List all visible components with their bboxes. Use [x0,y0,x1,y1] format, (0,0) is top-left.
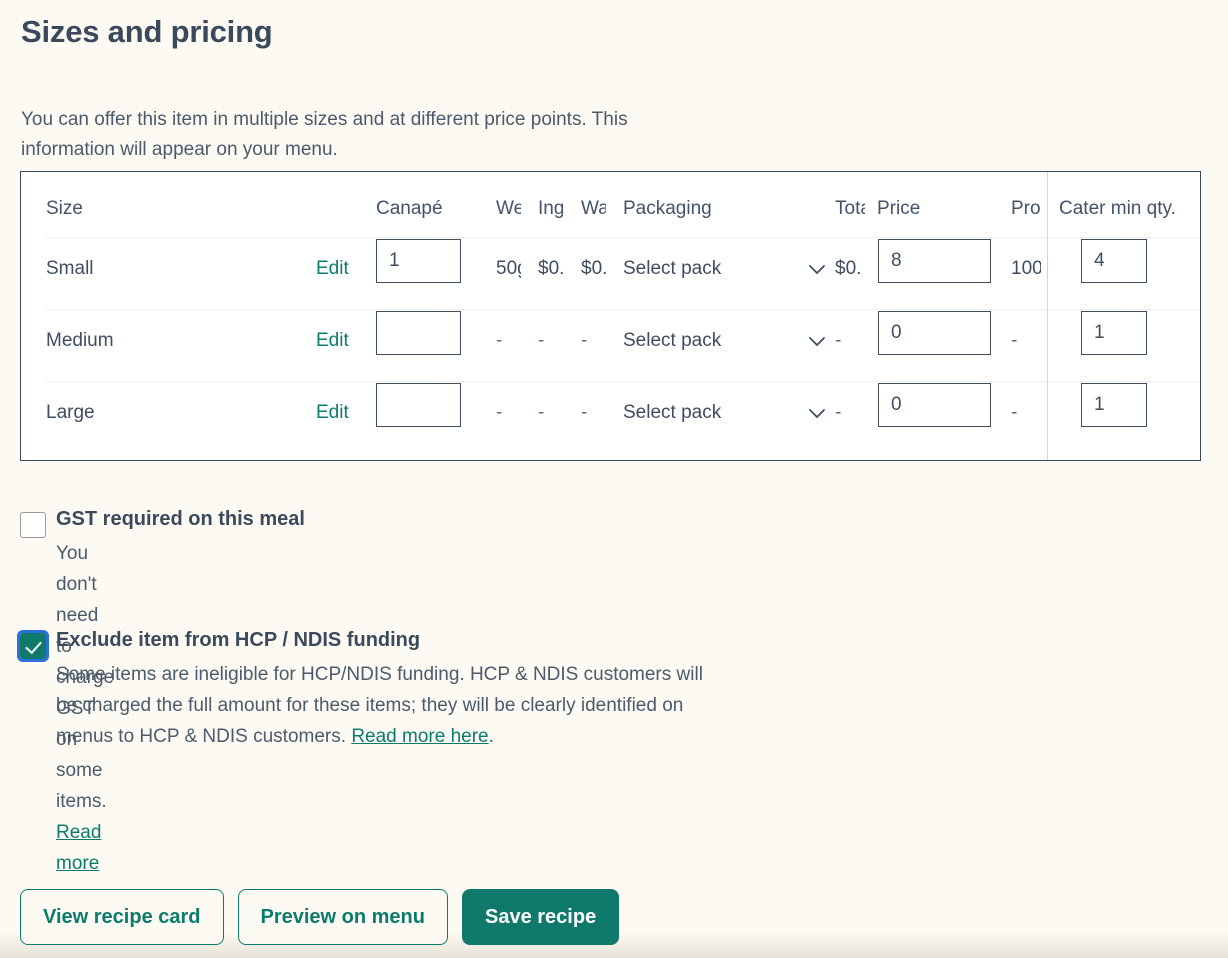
page-title: Sizes and pricing [21,14,273,49]
table-row-divider [46,309,1200,310]
column-header-packaging: Packaging [623,198,712,219]
total-value-medium: - [835,330,842,351]
ingredients-value-large: - [538,402,545,423]
cater-min-qty-input-medium[interactable] [1081,311,1147,355]
weight-value-small: 50g [496,258,521,279]
column-header-price: Price [877,198,921,219]
edit-link-label: Edit [316,330,349,351]
wage-value-large: - [581,402,588,423]
table-row-divider [46,381,1200,382]
packaging-select-large[interactable]: Select pack [623,402,813,424]
column-header-profit: Pro [1011,198,1041,219]
total-value-small: $0. [835,258,862,279]
hcp-ndis-exclude-label: Exclude item from HCP / NDIS funding [56,629,421,651]
column-header-weight: Wei [496,198,521,219]
column-header-size: Size [46,198,83,219]
profit-value-large: - [1011,402,1018,423]
wage-value-small: $0. [581,258,606,279]
gst-required-checkbox[interactable] [20,512,46,538]
ingredients-value-medium: - [538,330,545,351]
weight-value-large: - [496,402,503,423]
sticky-column-divider [1047,172,1048,460]
canape-input-large[interactable] [376,383,461,427]
hcp-ndis-exclude-checkbox[interactable] [17,630,49,662]
profit-value-small: 100 [1011,258,1041,279]
view-recipe-card-button[interactable]: View recipe card [20,889,224,945]
column-header-ingredients: Ingr [538,198,563,219]
column-header-total: Tota [835,198,865,219]
ingredients-value-small: $0. [538,258,563,279]
edit-link-label: Edit [316,402,349,423]
preview-on-menu-button[interactable]: Preview on menu [237,889,448,945]
sizes-and-pricing-page: Sizes and pricing You can offer this ite… [0,0,1228,958]
total-value-large: - [835,402,842,423]
table-header-divider [46,237,1200,238]
profit-value-medium: - [1011,330,1018,351]
weight-value-medium: - [496,330,503,351]
column-header-cater-min-qty: Cater min qty. [1059,198,1176,219]
page-intro-text: You can offer this item in multiple size… [21,109,628,160]
hcp-link-suffix: . [488,726,494,747]
column-header-canape: Canapé [376,198,443,219]
sizes-pricing-table: Size Canapé Wei Ingr Wag Packaging Tota … [20,171,1201,461]
price-input-medium[interactable] [878,311,991,355]
packaging-select-medium[interactable]: Select pack [623,330,813,352]
save-recipe-button[interactable]: Save recipe [462,889,620,945]
canape-input-medium[interactable] [376,311,461,355]
chevron-down-icon[interactable] [806,330,828,352]
chevron-down-icon[interactable] [806,258,828,280]
edit-link-label: Edit [316,258,349,279]
chevron-down-icon[interactable] [806,402,828,424]
column-header-wage: Wag [581,198,606,219]
gst-required-label: GST required on this meal [56,508,305,530]
footer-actions: View recipe card Preview on menu Save re… [20,889,620,945]
wage-value-medium: - [581,330,588,351]
cater-min-qty-input-large[interactable] [1081,383,1147,427]
hcp-ndis-exclude-description: Some items are ineligible for HCP/NDIS f… [56,659,706,752]
packaging-select-small[interactable]: Select pack [623,258,813,280]
cater-min-qty-input-small[interactable] [1081,239,1147,283]
price-input-small[interactable] [878,239,991,283]
canape-input-small[interactable] [376,239,461,283]
hcp-read-more-link[interactable]: Read more here [351,726,488,747]
price-input-large[interactable] [878,383,991,427]
